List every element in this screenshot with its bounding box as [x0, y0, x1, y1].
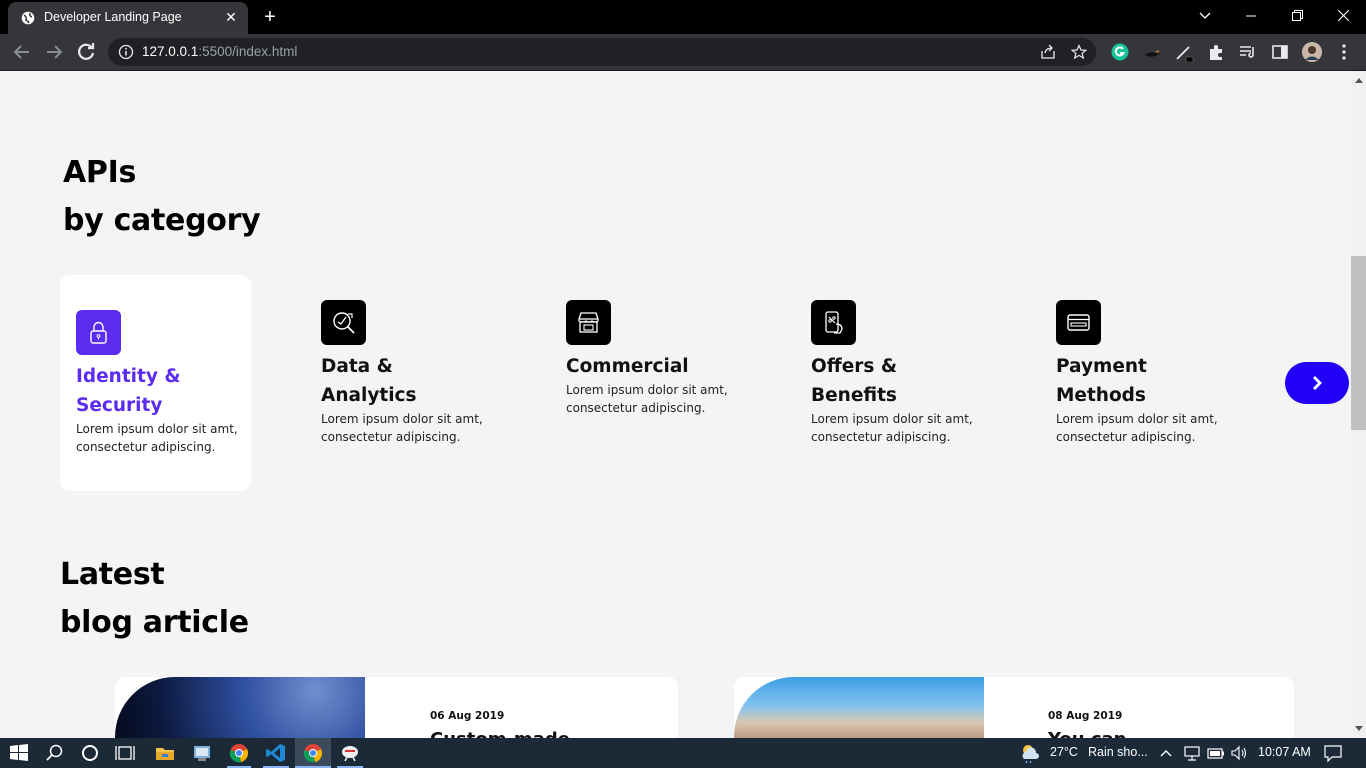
url-text[interactable]: 127.0.0.1:5500/index.html	[142, 44, 297, 59]
category-description: Lorem ipsum dolor sit amt, consectetur a…	[1056, 412, 1218, 444]
browser-tab[interactable]: Developer Landing Page ✕	[8, 2, 248, 34]
network-icon[interactable]	[1182, 742, 1202, 764]
card-icon	[1056, 300, 1101, 345]
battery-icon[interactable]	[1206, 742, 1226, 764]
category-card-offers-benefits[interactable]: Offers & Benefits Lorem ipsum dolor sit …	[795, 275, 987, 491]
blog-title[interactable]: Custom-made	[430, 729, 570, 738]
cortana-icon[interactable]	[79, 742, 101, 764]
blog-card[interactable]: 06 Aug 2019 Custom-made	[115, 677, 678, 738]
category-title: Identity & Security	[76, 366, 181, 416]
analytics-icon	[321, 300, 366, 345]
tab-title: Developer Landing Page	[44, 10, 182, 24]
chrome-icon[interactable]	[302, 742, 324, 764]
blog-image	[734, 677, 984, 738]
page-viewport: APIs by category Identity & Security Lor…	[0, 71, 1351, 738]
share-icon[interactable]	[1040, 44, 1056, 60]
windows-start-icon[interactable]	[8, 742, 30, 764]
file-explorer-icon[interactable]	[154, 742, 176, 764]
back-arrow-icon[interactable]	[10, 40, 34, 64]
blog-image	[115, 677, 365, 738]
search-icon[interactable]	[44, 742, 66, 764]
vscode-icon[interactable]	[265, 742, 287, 764]
side-panel-icon[interactable]	[1270, 42, 1290, 62]
blog-date: 06 Aug 2019	[430, 710, 505, 722]
offer-icon	[811, 300, 856, 345]
weather-temperature[interactable]: 27°C	[1050, 745, 1078, 759]
scroll-up-arrow-icon[interactable]	[1355, 78, 1363, 83]
chevron-right-icon	[1313, 376, 1322, 390]
new-tab-button[interactable]: +	[259, 6, 281, 28]
scrollbar-thumb[interactable]	[1351, 256, 1366, 430]
apis-heading-line2: by category	[63, 203, 261, 238]
category-title: Payment Methods	[1056, 356, 1147, 406]
store-icon	[566, 300, 611, 345]
tab-search-button[interactable]	[1182, 0, 1228, 32]
category-card-commercial[interactable]: Commercial Lorem ipsum dolor sit amt, co…	[550, 275, 742, 491]
app-icon[interactable]	[339, 742, 361, 764]
category-card-identity-security[interactable]: Identity & Security Lorem ipsum dolor si…	[60, 275, 251, 491]
browser-titlebar: Developer Landing Page ✕ +	[0, 0, 1366, 34]
blog-heading: Latest blog article	[60, 551, 249, 647]
app-icon[interactable]	[191, 742, 213, 764]
grammarly-icon[interactable]	[1110, 42, 1130, 62]
blog-title[interactable]: You can	[1048, 729, 1126, 738]
forward-arrow-icon[interactable]	[42, 40, 66, 64]
tab-close-icon[interactable]: ✕	[222, 9, 240, 27]
apis-heading: APIs by category	[63, 149, 261, 245]
lock-icon	[76, 310, 121, 355]
minimize-button[interactable]	[1228, 0, 1274, 32]
volume-icon[interactable]	[1229, 742, 1249, 764]
restore-icon	[1291, 10, 1303, 21]
close-icon	[1337, 9, 1349, 22]
chevron-up-icon[interactable]	[1157, 742, 1175, 764]
url-path: :5500/index.html	[198, 44, 298, 59]
globe-icon	[21, 11, 35, 25]
category-card-payment-methods[interactable]: Payment Methods Lorem ipsum dolor sit am…	[1040, 275, 1232, 491]
blog-date: 08 Aug 2019	[1048, 710, 1123, 722]
category-description: Lorem ipsum dolor sit amt, consectetur a…	[811, 412, 973, 444]
apis-heading-line1: APIs	[63, 155, 137, 190]
browser-toolbar: 127.0.0.1:5500/index.html	[0, 34, 1366, 71]
category-card-data-analytics[interactable]: Data & Analytics Lorem ipsum dolor sit a…	[305, 275, 497, 491]
windows-taskbar: 27°C Rain sho... 10:07 AM	[0, 738, 1366, 768]
address-bar[interactable]: 127.0.0.1:5500/index.html	[108, 38, 1096, 66]
blog-card[interactable]: 08 Aug 2019 You can	[734, 677, 1294, 738]
reload-icon[interactable]	[74, 40, 98, 64]
category-description: Lorem ipsum dolor sit amt, consectetur a…	[76, 422, 238, 454]
clock-time[interactable]: 10:07 AM	[1258, 745, 1311, 759]
close-window-button[interactable]	[1320, 0, 1366, 32]
task-view-icon[interactable]	[114, 742, 136, 764]
media-queue-icon[interactable]	[1238, 42, 1258, 62]
bookmark-star-icon[interactable]	[1071, 44, 1087, 60]
category-title: Offers & Benefits	[811, 356, 897, 406]
weather-description[interactable]: Rain sho...	[1088, 745, 1148, 759]
category-title: Commercial	[566, 356, 689, 377]
category-description: Lorem ipsum dolor sit amt, consectetur a…	[321, 412, 483, 444]
weather-rain-icon[interactable]	[1019, 742, 1041, 764]
pen-extension-icon[interactable]	[1174, 42, 1194, 62]
restore-button[interactable]	[1274, 0, 1320, 32]
extension-icon[interactable]	[1142, 42, 1162, 62]
scroll-down-arrow-icon[interactable]	[1355, 726, 1363, 731]
info-icon[interactable]	[118, 44, 134, 60]
carousel-next-button[interactable]	[1285, 362, 1349, 404]
chrome-icon[interactable]	[228, 742, 250, 764]
url-host: 127.0.0.1	[142, 44, 199, 59]
extensions-puzzle-icon[interactable]	[1206, 42, 1226, 62]
category-description: Lorem ipsum dolor sit amt, consectetur a…	[566, 383, 728, 415]
profile-avatar[interactable]	[1302, 42, 1322, 62]
chevron-down-icon	[1199, 12, 1211, 19]
notifications-icon[interactable]	[1323, 742, 1343, 764]
blog-heading-line1: Latest	[60, 557, 165, 592]
blog-heading-line2: blog article	[60, 605, 249, 640]
menu-kebab-icon[interactable]	[1334, 42, 1354, 62]
minimize-icon	[1246, 15, 1256, 17]
category-title: Data & Analytics	[321, 356, 417, 406]
